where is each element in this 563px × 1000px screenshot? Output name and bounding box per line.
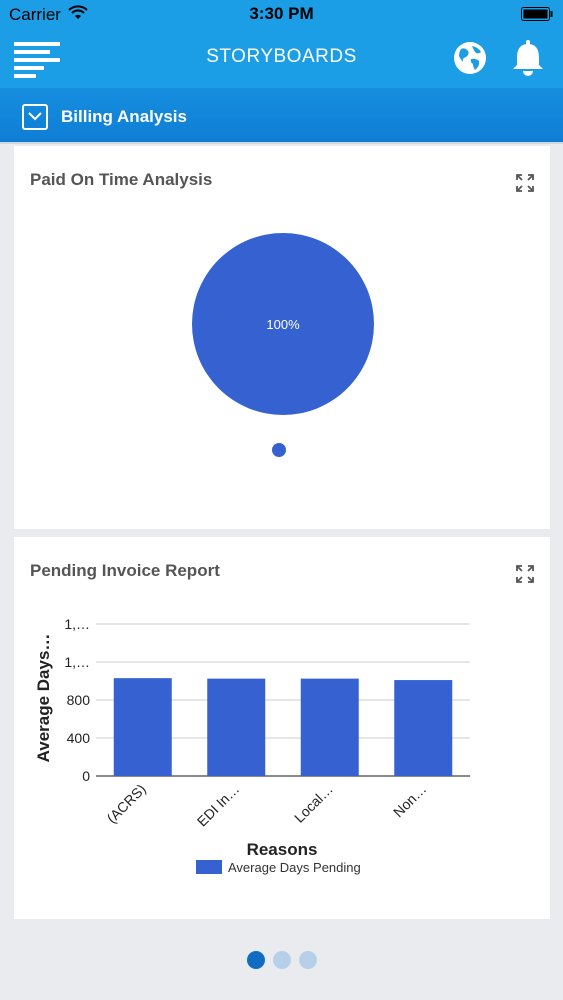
x-tick-label: (ACRS) <box>103 781 148 826</box>
chevron-down-icon <box>28 112 42 121</box>
y-tick-label: 1,… <box>64 616 90 632</box>
page-dot[interactable] <box>246 951 265 969</box>
pie-legend-dot <box>272 443 286 457</box>
nav-bar: STORYBOARDS <box>0 30 563 88</box>
y-axis-label: Average Days… <box>34 634 53 763</box>
bell-icon[interactable] <box>510 38 546 78</box>
x-axis-label: Reasons <box>247 840 318 859</box>
y-tick-label: 400 <box>67 730 91 746</box>
legend-swatch <box>196 860 222 874</box>
pie-slice-label: 100% <box>266 317 300 332</box>
y-tick-label: 800 <box>67 692 91 708</box>
bar[interactable] <box>394 680 453 776</box>
page-indicator <box>0 951 563 971</box>
battery-icon <box>521 7 553 21</box>
x-tick-label: EDI In… <box>194 781 243 830</box>
storyboard-selector[interactable]: Billing Analysis <box>0 88 563 144</box>
storyboard-name: Billing Analysis <box>61 107 187 126</box>
bar[interactable] <box>113 678 172 776</box>
pie-chart: 100% <box>192 233 374 457</box>
page-dot[interactable] <box>272 951 291 969</box>
status-bar: Carrier 3:30 PM <box>0 0 563 30</box>
y-tick-label: 0 <box>82 768 90 784</box>
bar[interactable] <box>300 678 359 776</box>
page-dot[interactable] <box>298 951 317 969</box>
paid-on-time-card: Paid On Time Analysis 100% <box>14 146 550 529</box>
dropdown-toggle[interactable] <box>22 104 48 130</box>
bar[interactable] <box>207 678 266 776</box>
clock: 3:30 PM <box>249 4 314 23</box>
globe-icon[interactable] <box>452 40 488 76</box>
bar-chart: 0 400 800 1,… 1,… (ACRS) EDI In… Local… Non… Av… <box>34 616 470 875</box>
y-tick-label: 1,… <box>64 654 90 670</box>
pending-invoice-card: Pending Invoice Report 0 400 800 1,… 1,… (AC… <box>14 537 550 919</box>
x-tick-label: Non… <box>390 781 429 820</box>
legend-label: Average Days Pending <box>228 860 361 875</box>
x-tick-label: Local… <box>291 781 336 826</box>
